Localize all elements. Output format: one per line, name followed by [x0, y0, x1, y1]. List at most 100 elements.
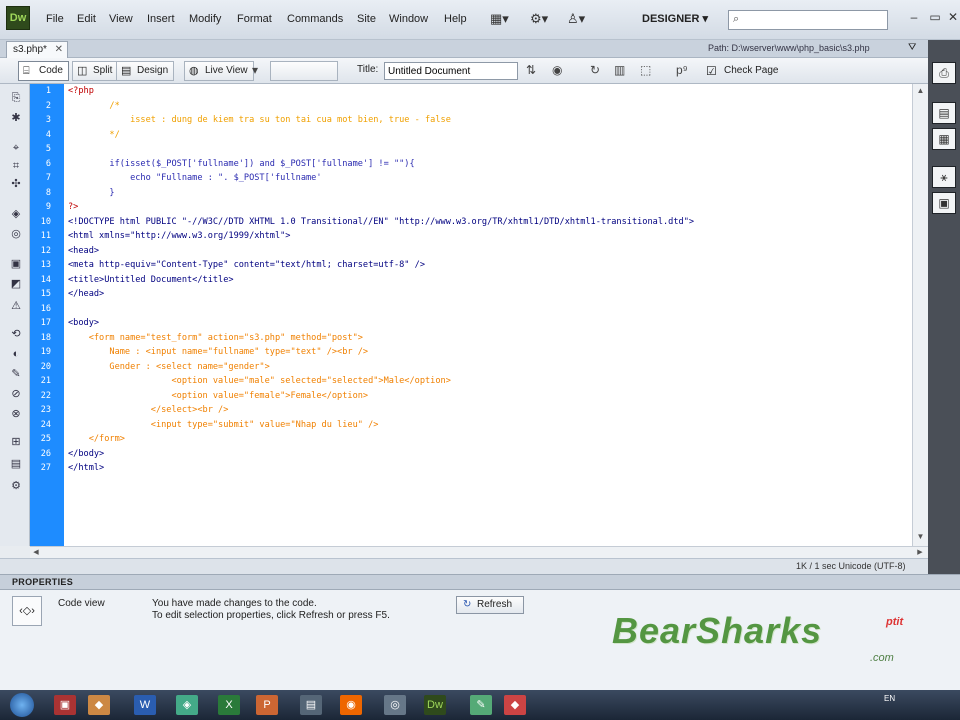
excel-icon[interactable]: X — [218, 695, 240, 715]
code-line-13: <meta http-equiv="Content-Type" content=… — [68, 260, 425, 270]
visual-aids-icon[interactable]: ⬚ — [640, 63, 651, 77]
firefox-icon[interactable]: ◉ — [340, 695, 362, 715]
scroll-up-icon[interactable]: ▲ — [913, 84, 928, 98]
minimize-icon[interactable]: – — [903, 8, 925, 26]
line-number: 1 — [45, 86, 51, 96]
refresh-design-icon[interactable]: ↻ — [590, 63, 600, 77]
app-icon-1[interactable]: ▣ — [54, 695, 76, 715]
ap-elements-icon[interactable]: ▦ — [932, 128, 956, 150]
line-number: 21 — [40, 376, 51, 386]
recent-snippets-icon[interactable]: ▤ — [8, 456, 24, 472]
extend-icon[interactable]: ⚙▾ — [530, 11, 548, 27]
apply-comment-icon[interactable]: ⊘ — [8, 386, 24, 402]
validate-markup-icon[interactable]: p⁹ — [676, 63, 688, 77]
scroll-left-icon[interactable]: ◀ — [30, 547, 42, 558]
remove-comment-icon[interactable]: ⊗ — [8, 406, 24, 422]
menu-window[interactable]: Window — [389, 13, 428, 25]
expand-all-icon[interactable]: ✣ — [8, 176, 24, 192]
horizontal-scrollbar[interactable]: ◀ ▶ — [30, 546, 928, 558]
menu-format[interactable]: Format — [237, 13, 272, 25]
workspace-switcher[interactable]: DESIGNER ▾ — [632, 9, 718, 29]
assets-panel-icon[interactable]: ▣ — [932, 192, 956, 214]
close-tab-icon[interactable]: ✕ — [55, 42, 63, 57]
view-options-icon[interactable]: ▥ — [614, 63, 625, 77]
line-number: 25 — [40, 434, 51, 444]
css-panel-icon[interactable]: ▤ — [932, 102, 956, 124]
app-icon-4[interactable]: ▤ — [300, 695, 322, 715]
scroll-down-icon[interactable]: ▼ — [913, 530, 928, 544]
design-view-label: Design — [137, 65, 169, 76]
code-line-7: echo "Fullname : ". $_POST['fullname' — [68, 173, 322, 183]
code-icon: ⌸ — [23, 65, 30, 77]
syntax-coloring-icon[interactable]: ◐ — [8, 346, 24, 362]
properties-title: PROPERTIES — [12, 577, 74, 587]
word-icon[interactable]: W — [134, 695, 156, 715]
preview-browser-icon[interactable]: ◉ — [552, 63, 562, 77]
wrap-tag-icon[interactable]: ⊞ — [8, 434, 24, 450]
filter-icon[interactable]: ⛛ — [908, 42, 916, 53]
open-documents-icon[interactable]: ⎘ — [8, 90, 24, 106]
app-icon-5[interactable]: ◎ — [384, 695, 406, 715]
app-icon-6[interactable]: ✎ — [470, 695, 492, 715]
code-line-4: */ — [68, 129, 120, 140]
line-number: 10 — [40, 216, 51, 227]
properties-panel-header[interactable]: PROPERTIES — [0, 574, 960, 590]
menu-file[interactable]: File — [46, 13, 64, 25]
code-line-14: <title>Untitled Document</title> — [68, 274, 234, 285]
word-wrap-icon[interactable]: ⟲ — [8, 326, 24, 342]
refresh-button[interactable]: ↻ Refresh — [456, 596, 524, 614]
close-icon[interactable]: ✕ — [942, 8, 960, 26]
menu-modify[interactable]: Modify — [189, 13, 221, 25]
watermark-tag: ptit — [886, 616, 904, 628]
files-panel-icon[interactable]: ⚹ — [932, 166, 956, 188]
syntax-error-icon[interactable]: ⚠ — [8, 298, 24, 314]
code-view-button[interactable]: ⌸ Code — [18, 61, 69, 81]
app-icon-2[interactable]: ◆ — [88, 695, 110, 715]
code-editor[interactable]: <?php /* isset : dung de kiem tra su ton… — [64, 84, 912, 546]
live-view-dropdown-icon[interactable]: ▾ — [252, 63, 258, 77]
powerpoint-icon[interactable]: P — [256, 695, 278, 715]
split-view-button[interactable]: ◫ Split — [72, 61, 119, 81]
language-indicator[interactable]: EN — [884, 694, 895, 703]
select-parent-tag-icon[interactable]: ◈ — [8, 206, 24, 222]
vertical-scrollbar[interactable]: ▲ ▼ — [912, 84, 928, 546]
design-view-button[interactable]: ▤ Design — [116, 61, 175, 81]
help-search-input[interactable]: ⌕ — [728, 10, 888, 30]
balance-braces-icon[interactable]: ◎ — [8, 226, 24, 242]
site-icon[interactable]: ♙▾ — [567, 11, 585, 27]
menu-edit[interactable]: Edit — [77, 13, 96, 25]
move-css-icon[interactable]: ⚙ — [8, 478, 24, 494]
layout-icon[interactable]: ▦▾ — [490, 11, 509, 27]
check-page-button[interactable]: ☑ Check Page — [704, 61, 778, 81]
search-icon: ⌕ — [733, 13, 740, 25]
dreamweaver-window: Dw File Edit View Insert Modify Format C… — [0, 0, 960, 720]
collapse-selection-icon[interactable]: ⌗ — [8, 158, 24, 174]
file-management-icon[interactable]: ⇅ — [526, 63, 536, 77]
start-button[interactable] — [10, 693, 34, 717]
menu-insert[interactable]: Insert — [147, 13, 175, 25]
highlight-invalid-icon[interactable]: ◩ — [8, 276, 24, 292]
app-icon-7[interactable]: ◆ — [504, 695, 526, 715]
insert-panel-icon[interactable]: ⎙ — [932, 62, 956, 84]
scroll-right-icon[interactable]: ▶ — [914, 547, 926, 558]
collapse-full-tag-icon[interactable]: ⌖ — [8, 140, 24, 156]
live-view-button[interactable]: ◍ Live View — [184, 61, 254, 81]
dreamweaver-task-icon[interactable]: Dw — [424, 695, 446, 715]
menu-commands[interactable]: Commands — [287, 13, 343, 25]
menu-help[interactable]: Help — [444, 13, 467, 25]
code-line-15: </head> — [68, 289, 105, 299]
menu-site[interactable]: Site — [357, 13, 376, 25]
app-icon-3[interactable]: ◈ — [176, 695, 198, 715]
code-line-8: } — [68, 187, 115, 198]
document-tab[interactable]: s3.php* ✕ — [6, 41, 68, 58]
line-number: 13 — [40, 260, 51, 270]
title-input[interactable] — [384, 62, 518, 80]
code-line-25: </form> — [68, 434, 125, 444]
show-code-navigator-icon[interactable]: ✱ — [8, 110, 24, 126]
design-icon: ▤ — [121, 65, 132, 77]
live-code-button — [270, 61, 338, 81]
auto-indent-icon[interactable]: ✎ — [8, 366, 24, 382]
properties-hint: To edit selection properties, click Refr… — [152, 610, 390, 621]
line-numbers-icon[interactable]: ▣ — [8, 256, 24, 272]
menu-view[interactable]: View — [109, 13, 133, 25]
